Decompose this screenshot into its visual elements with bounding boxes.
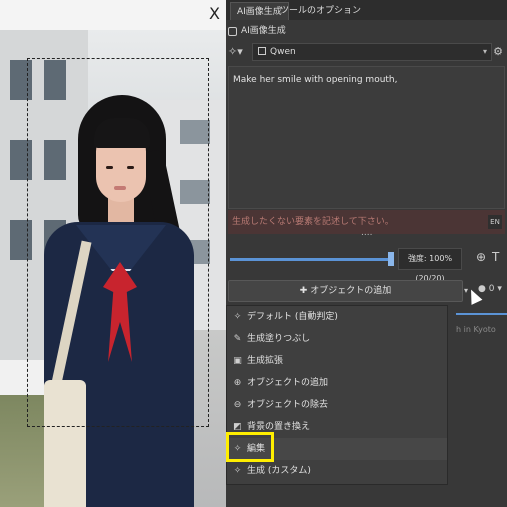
text-region-icon[interactable]: T	[492, 250, 499, 264]
menu-item-default[interactable]: ✧ デフォルト (自動判定)	[227, 306, 447, 328]
selection-rectangle[interactable]	[27, 58, 209, 427]
add-region-icon[interactable]: ⊕	[476, 250, 486, 264]
language-toggle-button[interactable]: EN	[488, 215, 502, 229]
menu-item-label: デフォルト (自動判定)	[247, 312, 338, 322]
panel-title: AI画像生成	[241, 26, 286, 36]
model-icon	[258, 47, 266, 55]
progress-line	[456, 313, 507, 315]
canvas-topbar: X	[0, 0, 226, 30]
negative-prompt-placeholder: 生成したくない要素を記述して下さい。	[232, 217, 394, 227]
strength-slider[interactable]	[230, 258, 390, 261]
highlight-annotation	[226, 432, 274, 462]
menu-item-generative-fill[interactable]: ✎ 生成塗りつぶし	[227, 328, 447, 350]
remove-object-icon: ⊖	[233, 400, 242, 410]
brush-icon: ✎	[233, 334, 242, 344]
resize-handle-icon[interactable]: ....	[361, 228, 372, 238]
prompt-input[interactable]: Make her smile with opening mouth,	[228, 66, 505, 209]
model-select[interactable]: Qwen ▾	[252, 43, 492, 61]
queue-indicator: ● 0 ▾	[478, 284, 502, 294]
menu-item-label: 生成塗りつぶし	[247, 334, 311, 344]
action-row: ✚ オブジェクトの追加 ▾ ● 0 ▾	[228, 280, 505, 304]
prompt-text: Make her smile with opening mouth,	[233, 75, 398, 85]
wand-icon: ✧	[233, 312, 242, 322]
generate-button-label: オブジェクトの追加	[310, 286, 392, 296]
tab-tool-options[interactable]: ツールのオプション	[274, 2, 367, 20]
menu-item-label: 生成拡張	[247, 356, 284, 366]
menu-item-add-object[interactable]: ⊕ オブジェクトの追加	[227, 372, 447, 394]
history-text: h in Kyoto	[456, 325, 496, 334]
strength-value[interactable]: 強度: 100% (20/20)	[398, 248, 462, 283]
menu-item-remove-object[interactable]: ⊖ オブジェクトの除去	[227, 394, 447, 416]
lock-icon	[228, 26, 237, 36]
model-row: ✧▾ Qwen ▾ ⚙	[228, 43, 505, 61]
generate-button[interactable]: ✚ オブジェクトの追加	[228, 280, 463, 302]
menu-item-label: 生成 (カスタム)	[247, 466, 311, 476]
queue-count: 0	[488, 284, 495, 294]
menu-item-label: オブジェクトの除去	[247, 400, 329, 410]
custom-icon: ✧	[233, 466, 242, 476]
image-canvas[interactable]: X	[0, 0, 226, 507]
menu-item-custom[interactable]: ✧ 生成 (カスタム)	[227, 460, 447, 482]
model-name: Qwen	[270, 47, 296, 57]
wand-icon[interactable]: ✧▾	[228, 43, 250, 61]
strength-slider-knob[interactable]	[388, 252, 394, 266]
close-button[interactable]: X	[209, 4, 220, 23]
chevron-down-icon: ▾	[482, 47, 487, 56]
add-object-icon: ⊕	[233, 378, 242, 388]
panel-title-row: AI画像生成	[228, 22, 286, 40]
menu-item-generative-expand[interactable]: ▣ 生成拡張	[227, 350, 447, 372]
menu-item-label: オブジェクトの追加	[247, 378, 329, 388]
generate-icon: ✚	[299, 286, 311, 296]
gear-icon[interactable]: ⚙	[491, 43, 505, 61]
panel-tabs: AI画像生成 ツールのオプション	[226, 0, 507, 20]
strength-row: 強度: 100% (20/20) ⊕ T	[228, 246, 505, 283]
expand-icon: ▣	[233, 356, 242, 366]
